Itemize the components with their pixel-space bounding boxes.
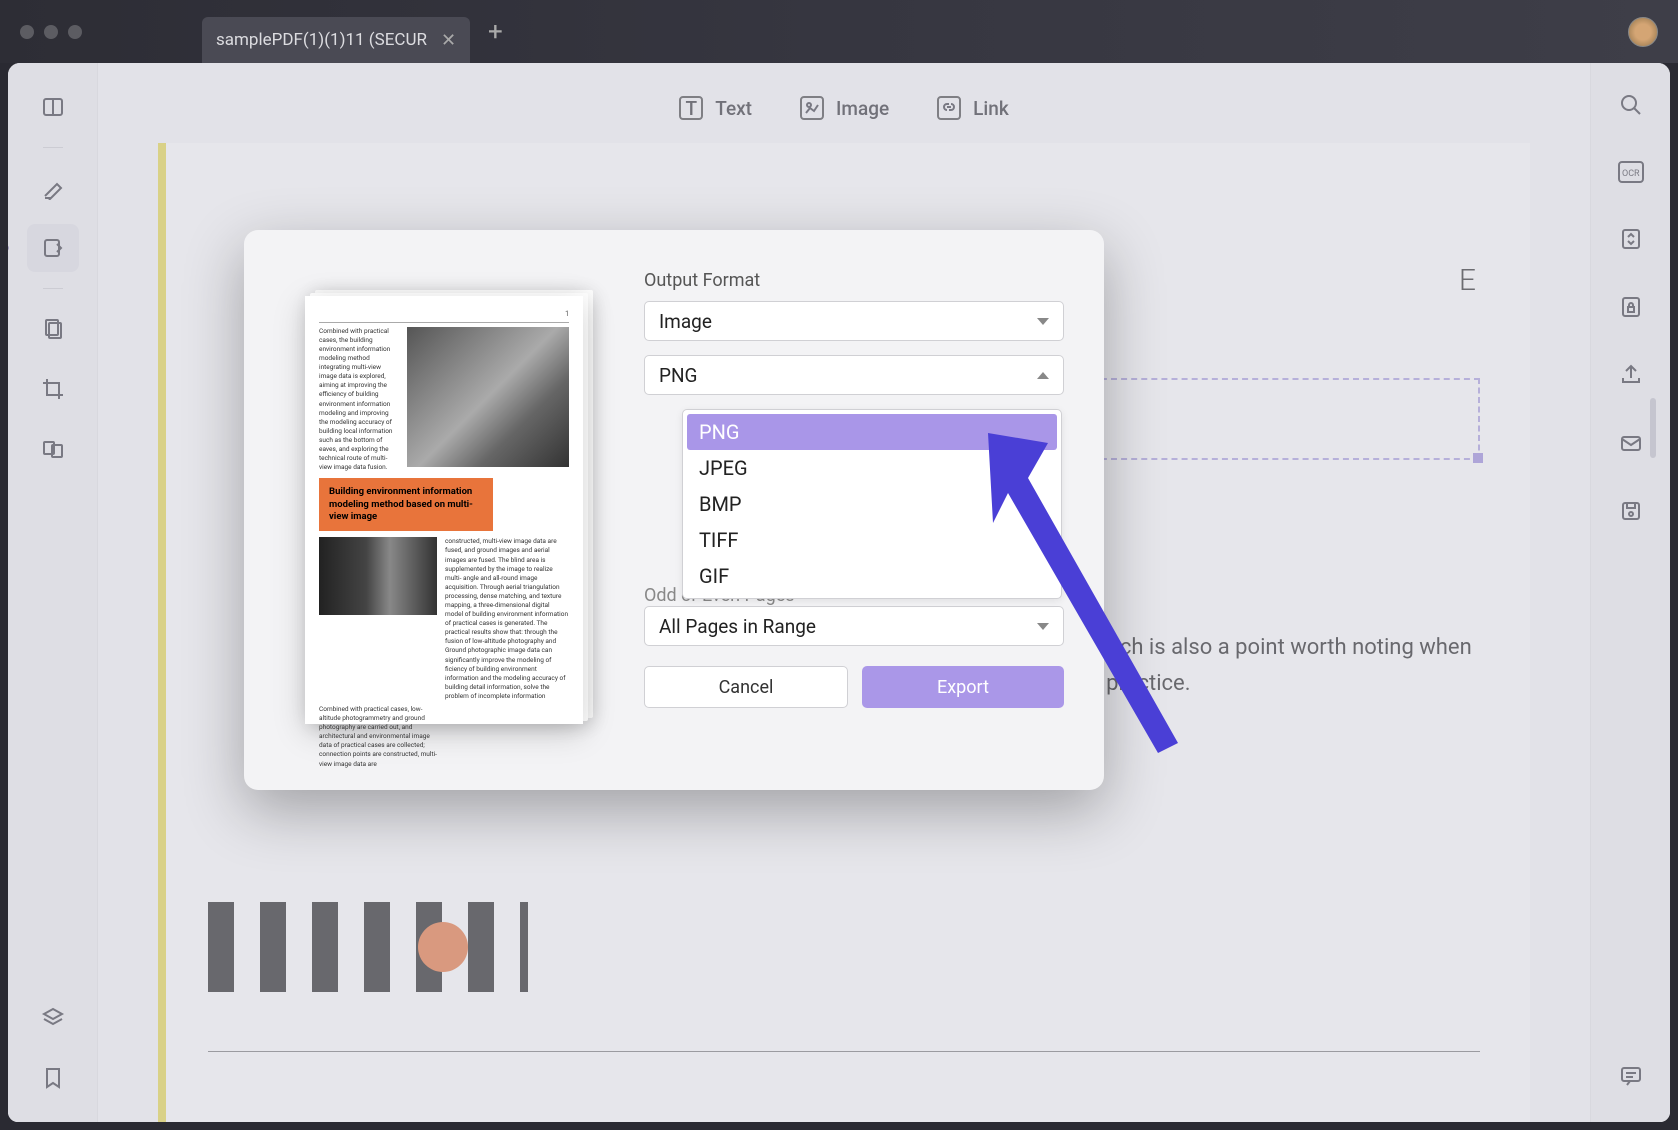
preview-page-number: 1 bbox=[565, 310, 569, 320]
cancel-button[interactable]: Cancel bbox=[644, 666, 848, 708]
preview-text: Combined with practical cases, the build… bbox=[319, 327, 399, 473]
titlebar: samplePDF(1)(1)11 (SECUR ✕ + bbox=[0, 0, 1678, 63]
select-value: PNG bbox=[659, 364, 697, 387]
chevron-down-icon bbox=[1037, 318, 1049, 325]
select-value: Image bbox=[659, 310, 712, 333]
preview-banner: Building environment information modelin… bbox=[319, 478, 493, 531]
odd-even-select[interactable]: All Pages in Range bbox=[644, 606, 1064, 646]
preview-image bbox=[319, 537, 437, 615]
preview-text: Combined with practical cases, low-altit… bbox=[319, 705, 437, 769]
button-label: Export bbox=[937, 677, 989, 698]
preview-text: constructed, multi-view image data are f… bbox=[445, 537, 569, 701]
dropdown-option-tiff[interactable]: TIFF bbox=[687, 522, 1057, 558]
image-type-select[interactable]: PNG bbox=[644, 355, 1064, 395]
dialog-preview-pane: 1 Combined with practical cases, the bui… bbox=[244, 230, 644, 790]
user-avatar[interactable] bbox=[1628, 17, 1658, 47]
chevron-down-icon bbox=[1037, 623, 1049, 630]
minimize-window-button[interactable] bbox=[44, 25, 58, 39]
output-format-select[interactable]: Image bbox=[644, 301, 1064, 341]
window-controls bbox=[20, 25, 82, 39]
button-label: Cancel bbox=[719, 677, 774, 698]
close-window-button[interactable] bbox=[20, 25, 34, 39]
chevron-up-icon bbox=[1037, 372, 1049, 379]
dropdown-option-png[interactable]: PNG bbox=[687, 414, 1057, 450]
tab-title: samplePDF(1)(1)11 (SECUR bbox=[216, 30, 427, 50]
new-tab-button[interactable]: + bbox=[488, 17, 503, 47]
document-tab[interactable]: samplePDF(1)(1)11 (SECUR ✕ bbox=[202, 17, 470, 63]
select-value: All Pages in Range bbox=[659, 615, 816, 638]
maximize-window-button[interactable] bbox=[68, 25, 82, 39]
export-dialog: 1 Combined with practical cases, the bui… bbox=[244, 230, 1104, 790]
export-button[interactable]: Export bbox=[862, 666, 1064, 708]
main-window: OCR T Text bbox=[8, 63, 1670, 1122]
dropdown-option-gif[interactable]: GIF bbox=[687, 558, 1057, 594]
preview-image bbox=[407, 327, 569, 467]
image-type-dropdown: PNG JPEG BMP TIFF GIF bbox=[682, 409, 1062, 599]
page-preview: 1 Combined with practical cases, the bui… bbox=[305, 296, 583, 724]
output-format-label: Output Format bbox=[644, 270, 1064, 291]
dropdown-option-jpeg[interactable]: JPEG bbox=[687, 450, 1057, 486]
close-tab-icon[interactable]: ✕ bbox=[441, 30, 456, 51]
dropdown-option-bmp[interactable]: BMP bbox=[687, 486, 1057, 522]
